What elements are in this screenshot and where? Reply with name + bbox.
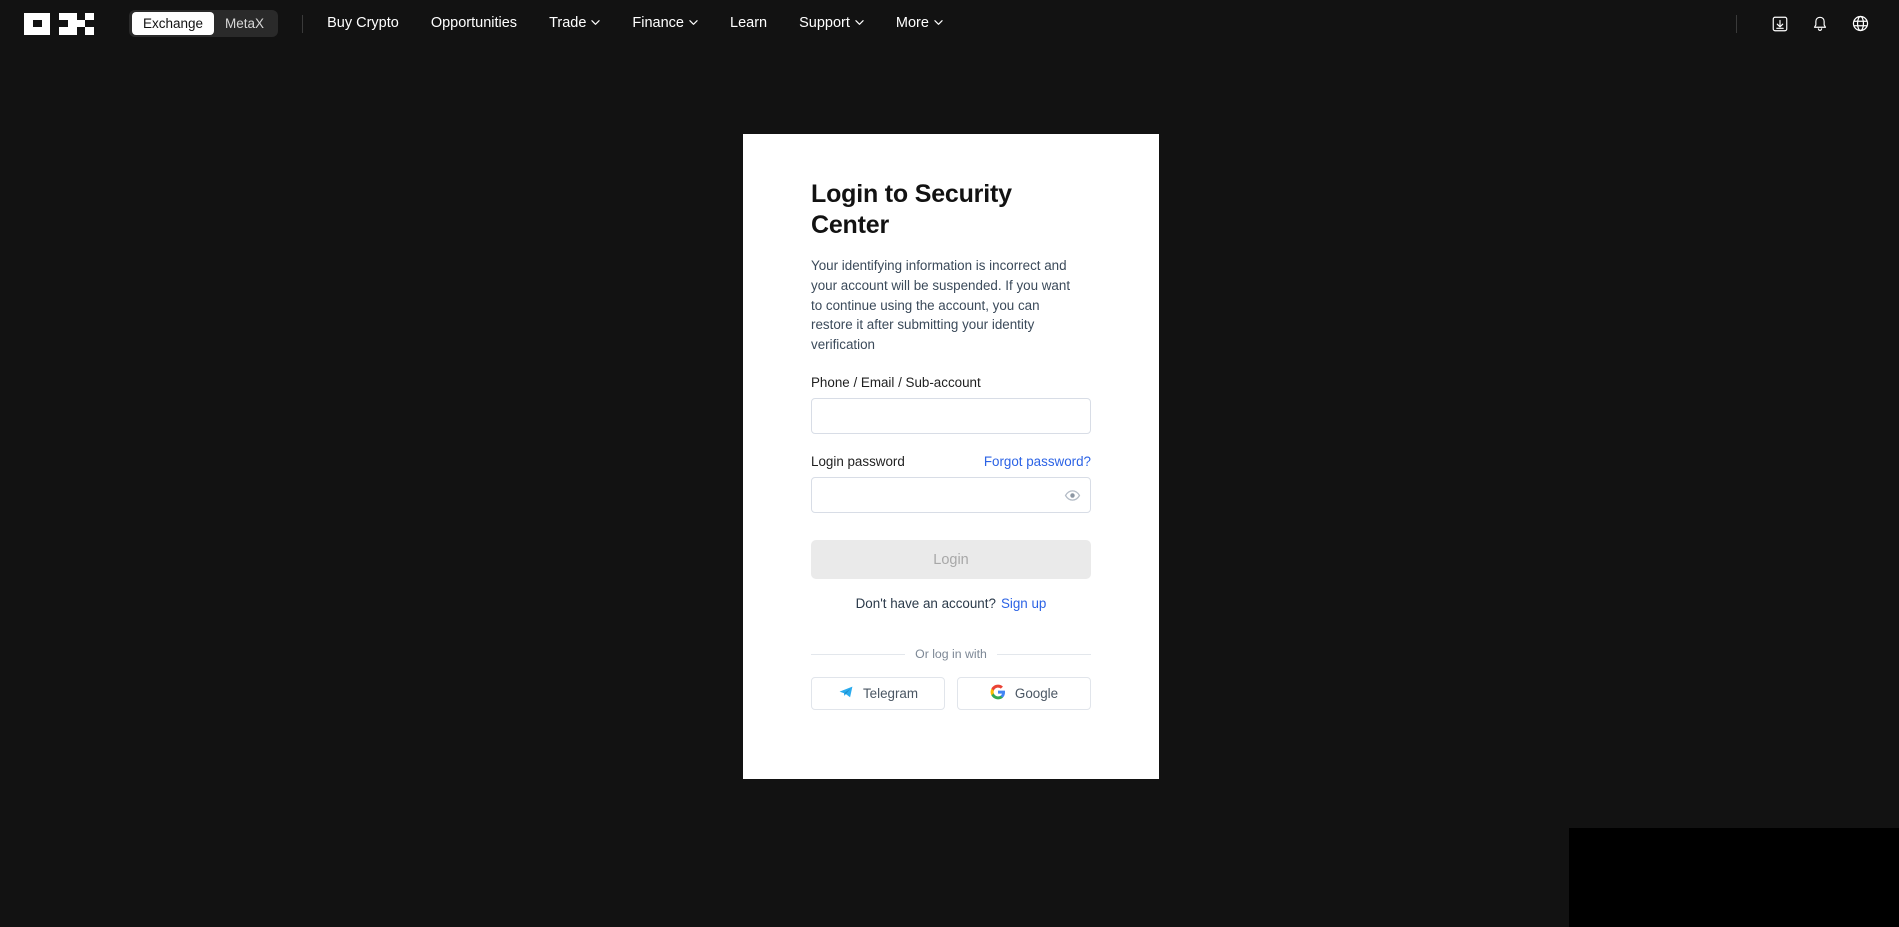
nav-item-label: Learn [730,15,768,31]
nav-item-label: Trade [549,15,587,31]
navbar-actions [1736,7,1877,41]
password-input[interactable] [811,477,1091,514]
google-icon [990,684,1006,703]
nav-item-label: More [895,15,929,31]
nav-item-finance[interactable]: Finance [616,0,714,47]
sign-up-link[interactable]: Sign up [1001,596,1046,611]
segment-metax[interactable]: MetaX [214,12,275,36]
segment-exchange[interactable]: Exchange [132,11,215,36]
telegram-icon [838,684,854,703]
divider-label: Or log in with [915,647,987,662]
account-field-label: Phone / Email / Sub-account [811,375,981,391]
account-input[interactable] [811,398,1091,435]
social-button-label: Google [1014,686,1059,702]
chevron-down-icon [591,18,601,27]
nav-item-buy-crypto[interactable]: Buy Crypto [311,0,415,47]
nav-divider [302,14,304,33]
google-login-button[interactable]: Google [957,677,1091,711]
chevron-down-icon [855,18,864,27]
nav-item-label: Support [799,15,850,31]
top-navbar: Exchange MetaX Buy Crypto Opportunities … [0,0,1899,47]
bottom-right-panel [1569,828,1899,927]
chevron-down-icon [689,18,698,27]
chevron-down-icon [934,18,943,27]
download-icon[interactable] [1763,7,1797,41]
page-title: Login to Security Center [811,180,1012,239]
social-login-row: Telegram Google [811,677,1091,711]
password-label-row: Login password Forgot password? [811,454,1091,469]
login-card: Login to Security Center Your identifyin… [743,134,1159,779]
login-button[interactable]: Login [811,540,1091,580]
product-segmented-control[interactable]: Exchange MetaX [129,10,279,37]
divider-line-right [996,653,1092,655]
signup-prompt: Don't have an account? [855,596,996,612]
nav-item-support[interactable]: Support [783,0,880,47]
nav-item-opportunities[interactable]: Opportunities [415,0,533,47]
nav-item-learn[interactable]: Learn [714,0,783,47]
okx-logo[interactable] [24,12,94,35]
nav-item-label: Finance [632,15,684,31]
bell-icon[interactable] [1803,7,1837,41]
forgot-password-link[interactable]: Forgot password? [984,454,1091,469]
nav-item-trade[interactable]: Trade [533,0,616,47]
globe-icon[interactable] [1843,7,1877,41]
nav-links: Buy Crypto Opportunities Trade Finance L… [311,0,959,47]
social-button-label: Telegram [862,686,919,702]
signup-row: Don't have an account? Sign up [811,596,1091,611]
card-description: Your identifying information is incorrec… [811,258,1071,353]
nav-divider-right [1736,14,1737,33]
divider-line-left [811,653,906,655]
nav-item-label: Opportunities [430,15,518,31]
nav-item-label: Buy Crypto [327,15,399,31]
social-divider: Or log in with [811,647,1092,662]
eye-icon[interactable] [1062,485,1082,505]
password-field-label: Login password [811,454,905,470]
nav-item-more[interactable]: More [880,0,959,47]
telegram-login-button[interactable]: Telegram [811,677,945,711]
password-input-wrap [811,469,1091,514]
